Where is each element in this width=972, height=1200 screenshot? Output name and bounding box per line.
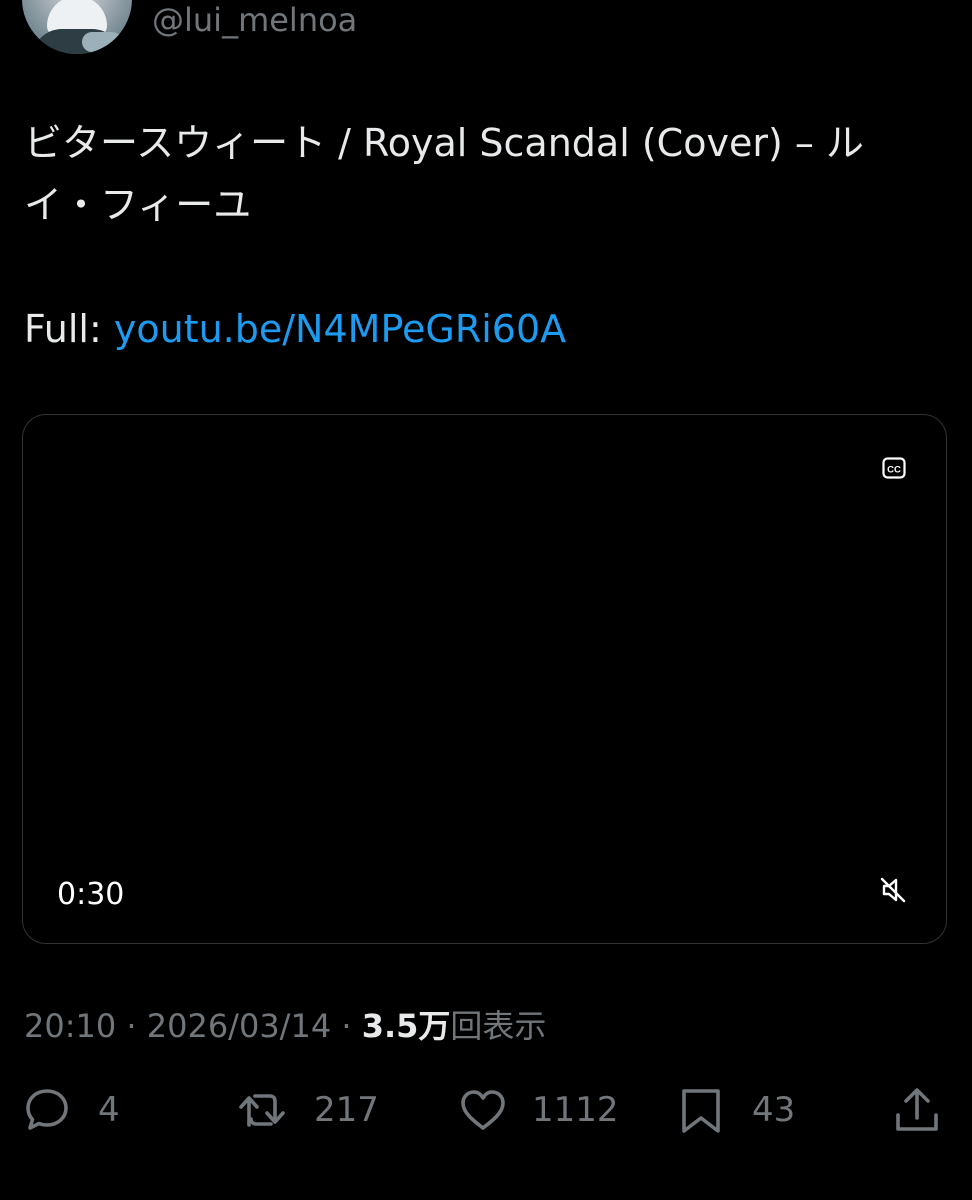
meta-separator: ·	[126, 1007, 137, 1045]
full-link-line: Full: youtu.be/N4MPeGRi60A	[24, 298, 566, 360]
reply-button[interactable]: 4	[22, 1082, 120, 1138]
retweet-button[interactable]: 217	[238, 1082, 379, 1138]
bookmark-icon	[682, 1089, 720, 1133]
svg-text:CC: CC	[887, 465, 901, 476]
tweet-time: 20:10	[24, 1007, 117, 1045]
tweet-date: 2026/03/14	[146, 1007, 332, 1045]
like-button[interactable]: 1112	[458, 1082, 619, 1138]
next-section-peek	[24, 1186, 344, 1200]
avatar-accent-shape	[82, 32, 122, 52]
retweet-count: 217	[314, 1090, 379, 1130]
author-handle[interactable]: @lui_melnoa	[152, 0, 357, 40]
muted-speaker-icon[interactable]	[878, 875, 908, 905]
like-count: 1112	[532, 1090, 619, 1130]
heart-icon	[461, 1090, 505, 1130]
youtube-link[interactable]: youtu.be/N4MPeGRi60A	[114, 307, 566, 351]
retweet-icon	[239, 1094, 285, 1127]
avatar[interactable]	[22, 0, 132, 54]
bookmark-button[interactable]: 43	[676, 1082, 795, 1138]
bookmark-count: 43	[752, 1090, 796, 1130]
views-label: 回表示	[450, 1007, 547, 1045]
reply-icon	[26, 1089, 68, 1130]
share-button[interactable]	[892, 1082, 942, 1138]
reply-count: 4	[98, 1090, 120, 1130]
full-label: Full:	[24, 307, 114, 351]
tweet-text: ビタースウィート / Royal Scandal (Cover) – ル イ・フ…	[24, 121, 864, 227]
meta-separator-2: ·	[341, 1007, 352, 1045]
video-duration: 0:30	[57, 877, 125, 912]
tweet-meta: 20:10 · 2026/03/14 · 3.5万回表示	[24, 1006, 546, 1046]
views-count[interactable]: 3.5万	[362, 1007, 451, 1045]
video-player[interactable]: CC 0:30	[22, 414, 947, 944]
closed-captions-icon[interactable]: CC	[882, 457, 906, 479]
share-icon	[896, 1088, 938, 1131]
action-bar: 4 217 1112 43	[0, 1082, 972, 1138]
